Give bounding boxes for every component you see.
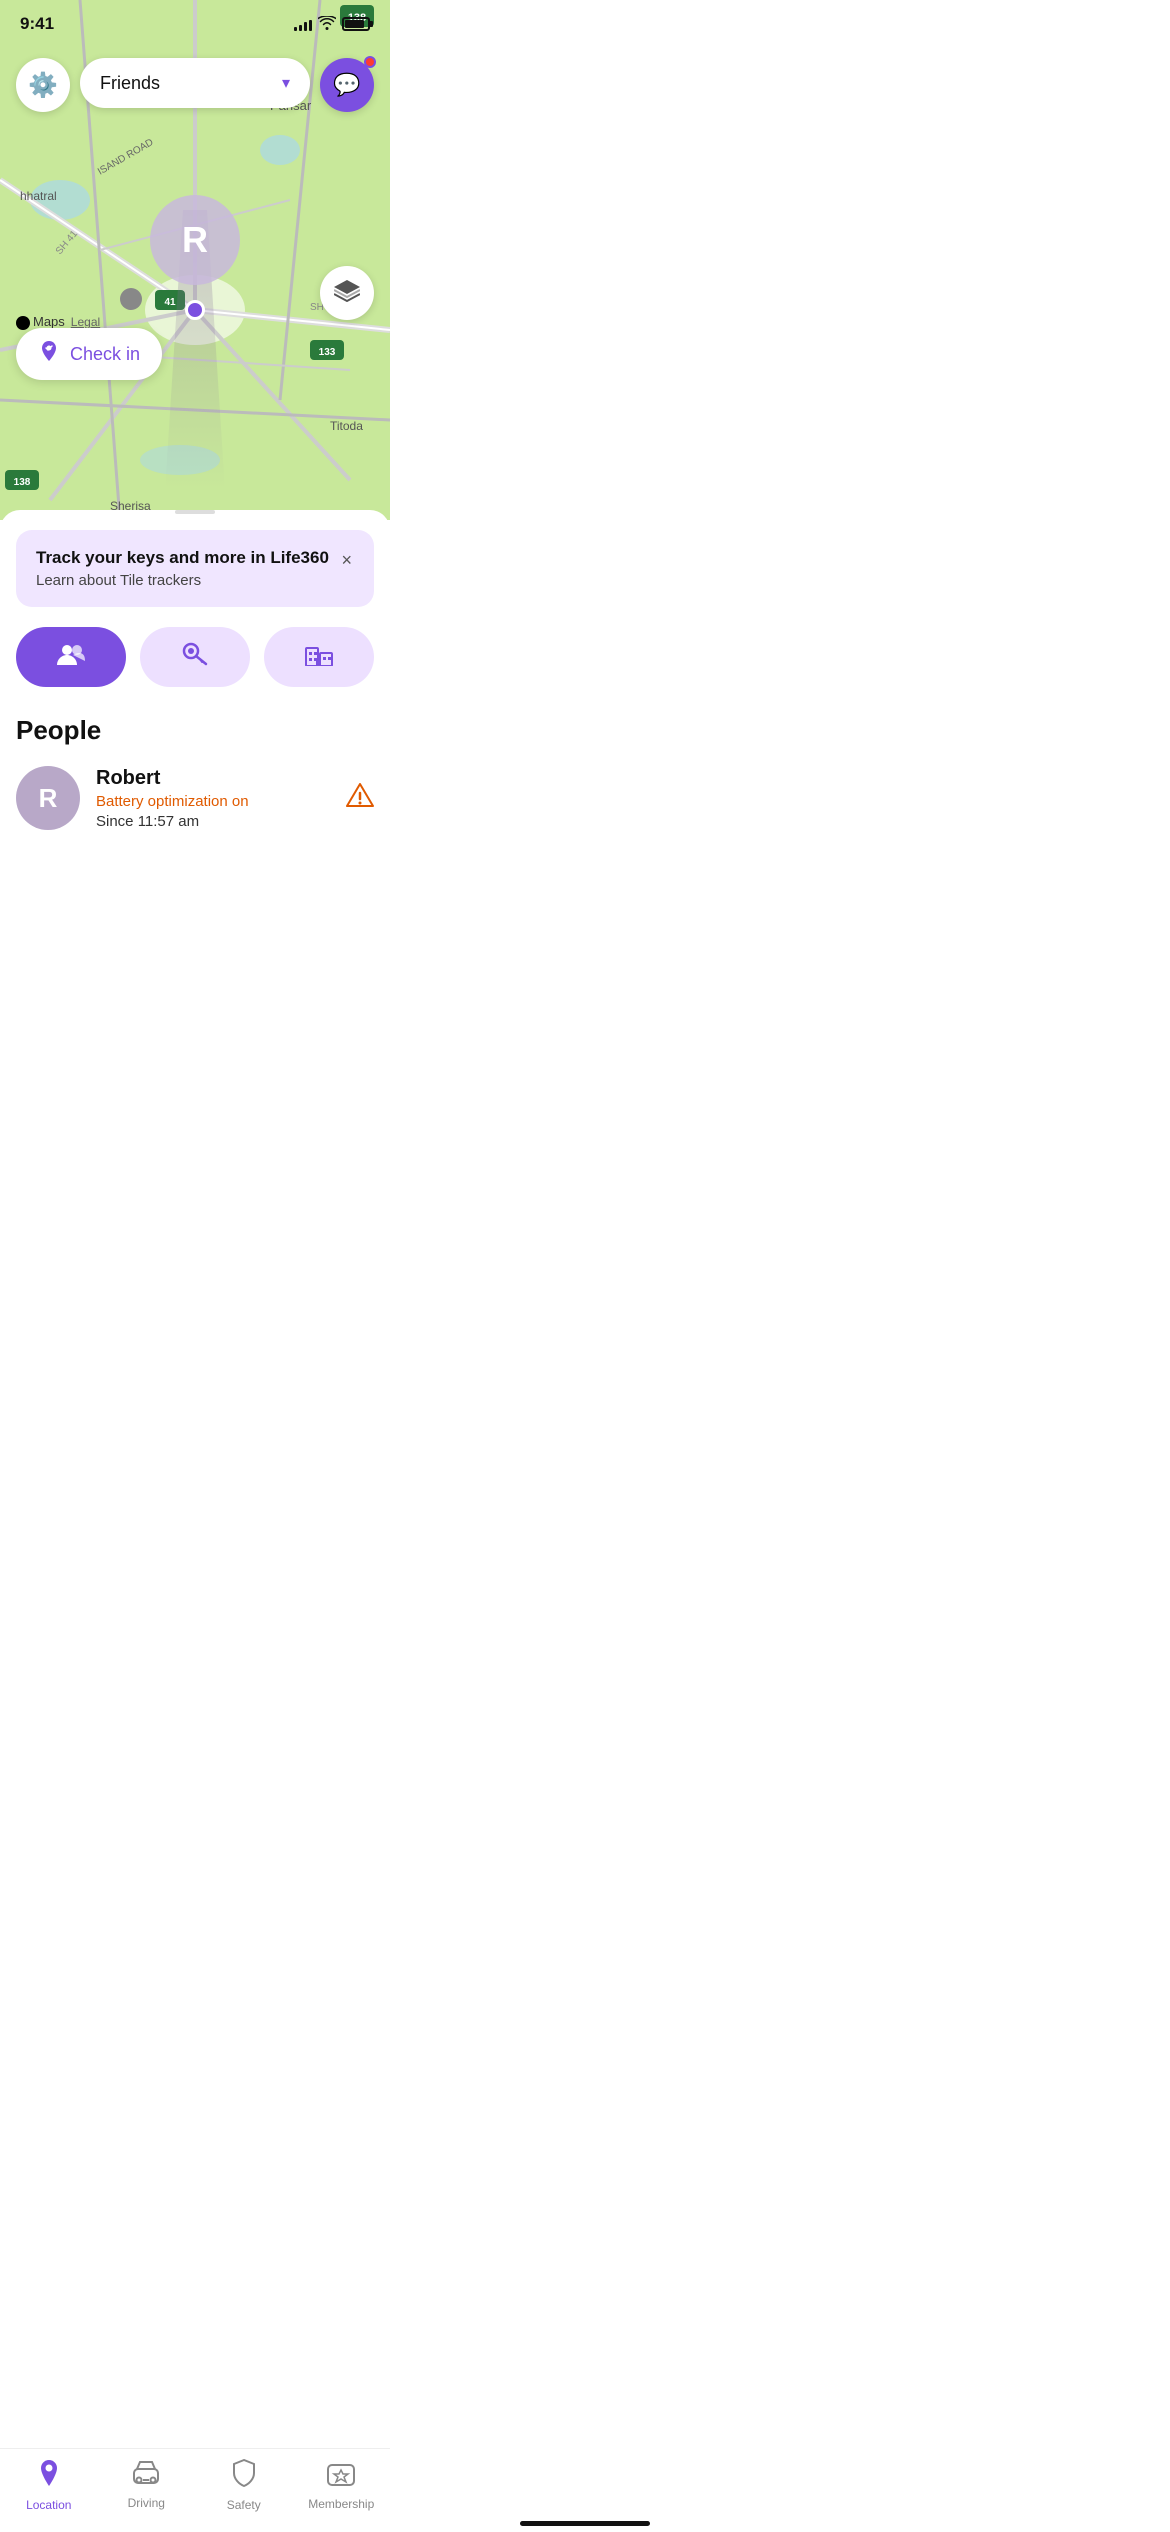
signal-bars-icon (294, 17, 312, 31)
nav-label-driving: Driving (128, 2496, 165, 2510)
tile-tracker-banner[interactable]: Track your keys and more in Life360 Lear… (16, 530, 374, 607)
nav-label-safety: Safety (227, 2498, 261, 2512)
tile-banner-subtitle: Learn about Tile trackers (36, 572, 339, 589)
warning-icon (346, 782, 374, 815)
status-time: 9:41 (20, 14, 54, 34)
chevron-down-icon: ▾ (282, 73, 290, 93)
buildings-icon (305, 642, 333, 672)
gear-icon: ⚙️ (28, 71, 58, 100)
nav-label-location: Location (26, 2498, 71, 2512)
messages-button[interactable]: 💬 (320, 58, 374, 112)
svg-text:138: 138 (14, 477, 31, 488)
nav-item-location[interactable]: Location (14, 2459, 84, 2512)
safety-nav-icon (232, 2459, 256, 2494)
svg-text:41: 41 (164, 297, 176, 308)
people-icon (57, 643, 85, 671)
tile-tab-button[interactable] (140, 627, 250, 687)
nav-item-membership[interactable]: Membership (306, 2460, 376, 2511)
layers-icon (334, 280, 360, 307)
friends-dropdown[interactable]: Friends ▾ (80, 58, 310, 108)
map-view[interactable]: ISAND ROAD 41 133 138 138 SH 41 SH 133 h… (0, 0, 390, 520)
driving-nav-icon (132, 2461, 160, 2492)
tile-banner-title: Track your keys and more in Life360 (36, 548, 339, 568)
person-list-item[interactable]: R Robert Battery optimization on Since 1… (16, 766, 374, 830)
person-time: Since 11:57 am (96, 813, 330, 830)
sheet-handle (175, 510, 215, 514)
person-avatar: R (16, 766, 80, 830)
checkin-button[interactable]: Check in (16, 328, 162, 380)
settings-button[interactable]: ⚙️ (16, 58, 70, 112)
wifi-icon (318, 16, 336, 33)
membership-nav-icon (327, 2460, 355, 2493)
location-nav-icon (36, 2459, 62, 2494)
home-indicator (520, 2521, 650, 2526)
svg-text:hhatral: hhatral (20, 189, 57, 203)
person-info: Robert Battery optimization on Since 11:… (96, 767, 330, 830)
svg-text:Titoda: Titoda (330, 419, 363, 433)
status-bar: 9:41 (0, 0, 390, 48)
checkin-icon (38, 340, 60, 368)
other-location-dot (120, 288, 142, 310)
tile-banner-content: Track your keys and more in Life360 Lear… (36, 548, 339, 589)
map-avatar: R (150, 195, 240, 285)
close-banner-button[interactable]: × (339, 548, 354, 573)
checkin-label: Check in (70, 344, 140, 365)
places-tab-button[interactable] (264, 627, 374, 687)
nav-label-membership: Membership (308, 2497, 374, 2511)
nav-item-driving[interactable]: Driving (111, 2461, 181, 2510)
friends-label: Friends (100, 73, 160, 94)
people-tab-button[interactable] (16, 627, 126, 687)
bottom-sheet: Track your keys and more in Life360 Lear… (0, 510, 390, 930)
notification-badge (364, 56, 376, 68)
map-location-pin (185, 300, 205, 320)
nav-item-safety[interactable]: Safety (209, 2459, 279, 2512)
people-section-title: People (16, 715, 374, 746)
person-status: Battery optimization on (96, 793, 330, 810)
action-buttons-row (0, 627, 390, 687)
key-icon (182, 642, 208, 672)
people-section: People R Robert Battery optimization on … (0, 715, 390, 830)
bottom-nav: Location Driving Safety (0, 2448, 390, 2532)
person-name: Robert (96, 767, 330, 790)
svg-text:133: 133 (319, 347, 336, 358)
battery-icon (342, 17, 370, 31)
chat-icon: 💬 (333, 72, 360, 98)
status-icons (294, 16, 370, 33)
layers-button[interactable] (320, 266, 374, 320)
